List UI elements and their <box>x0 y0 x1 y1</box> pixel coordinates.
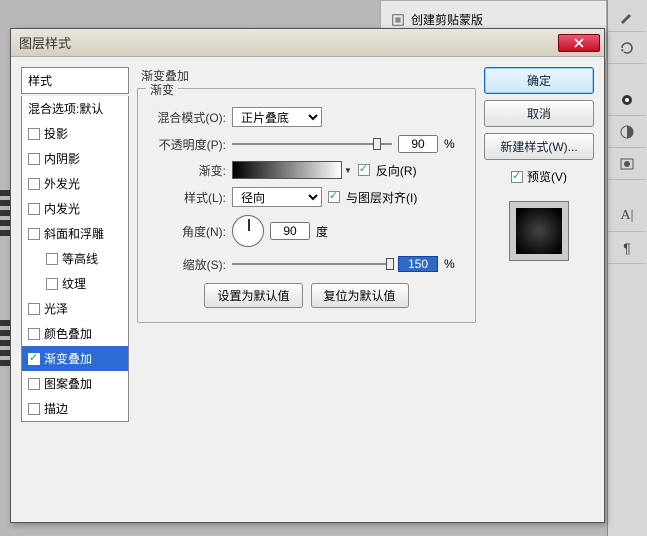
gradient-group: 渐变 混合模式(O): 正片叠底 不透明度(P): % 渐变: 反向(R) <box>137 88 476 323</box>
set-default-button[interactable]: 设置为默认值 <box>204 283 302 308</box>
align-label: 与图层对齐(I) <box>346 189 417 206</box>
preview-label: 预览(V) <box>527 168 567 185</box>
section-title: 渐变叠加 <box>141 67 476 84</box>
mask-icon[interactable] <box>608 148 646 180</box>
align-checkbox[interactable] <box>328 191 340 203</box>
style-item-drop-shadow[interactable]: 投影 <box>22 121 128 146</box>
checkbox[interactable] <box>28 178 40 190</box>
checkbox[interactable] <box>28 328 40 340</box>
scale-slider[interactable] <box>232 255 392 273</box>
gradient-style-select[interactable]: 径向 <box>232 187 322 207</box>
group-legend: 渐变 <box>146 81 178 98</box>
opacity-label: 不透明度(P): <box>146 136 226 153</box>
style-item-bevel[interactable]: 斜面和浮雕 <box>22 221 128 246</box>
opacity-input[interactable] <box>398 135 438 153</box>
cancel-button[interactable]: 取消 <box>484 100 594 127</box>
style-item-gradient-overlay[interactable]: 渐变叠加 <box>22 346 128 371</box>
style-item-color-overlay[interactable]: 颜色叠加 <box>22 321 128 346</box>
blend-mode-label: 混合模式(O): <box>146 109 226 126</box>
text-tool-icon[interactable]: A| <box>608 200 646 232</box>
ok-button[interactable]: 确定 <box>484 67 594 94</box>
style-item-inner-glow[interactable]: 内发光 <box>22 196 128 221</box>
reset-default-button[interactable]: 复位为默认值 <box>311 283 409 308</box>
reverse-checkbox[interactable] <box>358 164 370 176</box>
left-ruler-stripes <box>0 190 10 370</box>
checkbox[interactable] <box>28 203 40 215</box>
angle-dial[interactable] <box>232 215 264 247</box>
degree-label: 度 <box>316 223 328 240</box>
adjust-icon[interactable] <box>608 116 646 148</box>
right-tool-strip: A| ¶ <box>607 0 647 536</box>
checkbox[interactable] <box>46 278 58 290</box>
dialog-title: 图层样式 <box>19 33 71 52</box>
checkbox[interactable] <box>28 378 40 390</box>
style-label: 样式(L): <box>146 189 226 206</box>
preview-swatch <box>509 201 569 261</box>
checkbox[interactable] <box>28 403 40 415</box>
history-icon[interactable] <box>608 32 646 64</box>
brush-tool-icon[interactable] <box>608 0 646 32</box>
checkbox[interactable] <box>28 228 40 240</box>
reverse-label: 反向(R) <box>376 162 417 179</box>
percent-label-2: % <box>444 257 455 271</box>
clip-mask-icon <box>391 13 405 27</box>
close-icon <box>574 38 584 48</box>
checkbox[interactable] <box>28 303 40 315</box>
bg-item-label[interactable]: 创建剪贴蒙版 <box>411 11 483 28</box>
styles-header[interactable]: 样式 <box>21 67 129 94</box>
blend-mode-select[interactable]: 正片叠底 <box>232 107 322 127</box>
close-button[interactable] <box>558 34 600 52</box>
gradient-label: 渐变: <box>146 162 226 179</box>
opacity-slider[interactable] <box>232 135 392 153</box>
scale-label: 缩放(S): <box>146 256 226 273</box>
right-buttons: 确定 取消 新建样式(W)... 预览(V) <box>484 67 594 512</box>
blend-options-item[interactable]: 混合选项:默认 <box>22 96 128 121</box>
center-panel: 渐变叠加 渐变 混合模式(O): 正片叠底 不透明度(P): % 渐变: <box>137 67 476 512</box>
style-item-outer-glow[interactable]: 外发光 <box>22 171 128 196</box>
scale-input[interactable] <box>398 256 438 272</box>
new-style-button[interactable]: 新建样式(W)... <box>484 133 594 160</box>
style-item-inner-shadow[interactable]: 内阴影 <box>22 146 128 171</box>
angle-input[interactable] <box>270 222 310 240</box>
gradient-picker[interactable] <box>232 161 352 179</box>
style-item-pattern-overlay[interactable]: 图案叠加 <box>22 371 128 396</box>
checkbox[interactable] <box>46 253 58 265</box>
swatches-icon[interactable] <box>608 84 646 116</box>
paragraph-icon[interactable]: ¶ <box>608 232 646 264</box>
gradient-preview <box>232 161 342 179</box>
layer-style-dialog: 图层样式 样式 混合选项:默认 投影 内阴影 外发光 内发光 斜面和浮雕 等高线… <box>10 28 605 523</box>
titlebar[interactable]: 图层样式 <box>11 29 604 57</box>
style-item-stroke[interactable]: 描边 <box>22 396 128 421</box>
angle-label: 角度(N): <box>146 223 226 240</box>
style-list: 样式 混合选项:默认 投影 内阴影 外发光 内发光 斜面和浮雕 等高线 纹理 光… <box>21 67 129 512</box>
style-item-contour[interactable]: 等高线 <box>22 246 128 271</box>
style-item-satin[interactable]: 光泽 <box>22 296 128 321</box>
preview-checkbox[interactable] <box>511 171 523 183</box>
checkbox[interactable] <box>28 153 40 165</box>
checkbox[interactable] <box>28 128 40 140</box>
style-item-texture[interactable]: 纹理 <box>22 271 128 296</box>
checkbox[interactable] <box>28 353 40 365</box>
percent-label: % <box>444 137 455 151</box>
